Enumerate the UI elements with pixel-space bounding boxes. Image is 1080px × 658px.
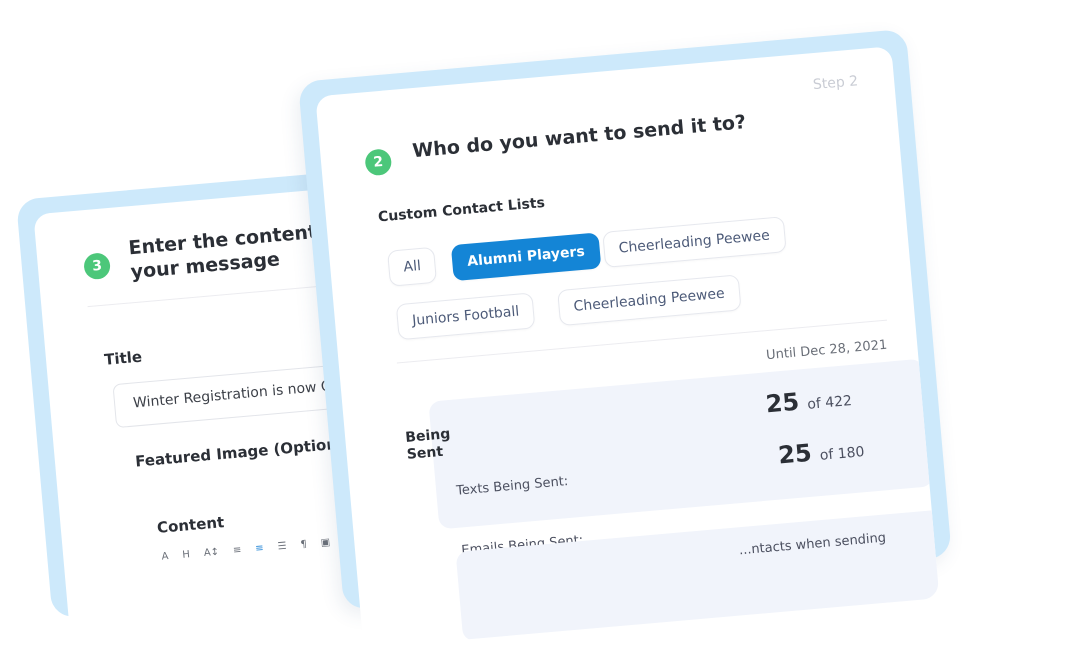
font-size-icon[interactable]: A↕ <box>203 546 219 558</box>
chip-alumni-players[interactable]: Alumni Players <box>450 232 602 282</box>
list-icon[interactable]: ☰ <box>277 540 287 552</box>
font-color-icon[interactable]: A <box>161 551 169 563</box>
title-label: Title <box>103 347 143 369</box>
paragraph-icon[interactable]: ¶ <box>300 538 307 550</box>
recipients-card-frame: Step 2 2 Who do you want to send it to? … <box>298 28 952 649</box>
texts-total: of 422 <box>806 392 853 413</box>
content-label: Content <box>156 513 225 537</box>
heading-icon[interactable]: H <box>182 549 190 561</box>
being-sent-label: Being Sent <box>404 426 451 463</box>
info-box <box>455 508 940 642</box>
chip-cheerleading-peewee[interactable]: Cheerleading Peewee <box>602 216 787 268</box>
align-left-icon[interactable]: ≡ <box>232 544 241 556</box>
step-2-heading: Who do you want to send it to? <box>411 111 747 163</box>
step-label: Step 2 <box>812 73 859 94</box>
texts-count: 25 <box>764 387 801 419</box>
chip-cheerleading-peewee-2[interactable]: Cheerleading Peewee <box>557 274 742 327</box>
recipients-card: Step 2 2 Who do you want to send it to? … <box>315 46 940 649</box>
custom-contact-lists-label: Custom Contact Lists <box>377 194 546 226</box>
chip-all[interactable]: All <box>387 246 438 287</box>
image-icon[interactable]: ▣ <box>320 536 330 548</box>
step-3-badge: 3 <box>82 252 112 281</box>
until-date: Until Dec 28, 2021 <box>765 337 888 364</box>
emails-count: 25 <box>777 438 813 470</box>
chip-juniors-football[interactable]: Juniors Football <box>395 292 536 341</box>
featured-image-label: Featured Image (Optional) <box>134 433 360 471</box>
emails-total: of 180 <box>819 444 866 464</box>
align-center-icon[interactable]: ≡ <box>255 542 264 554</box>
step-2-badge: 2 <box>364 148 393 177</box>
